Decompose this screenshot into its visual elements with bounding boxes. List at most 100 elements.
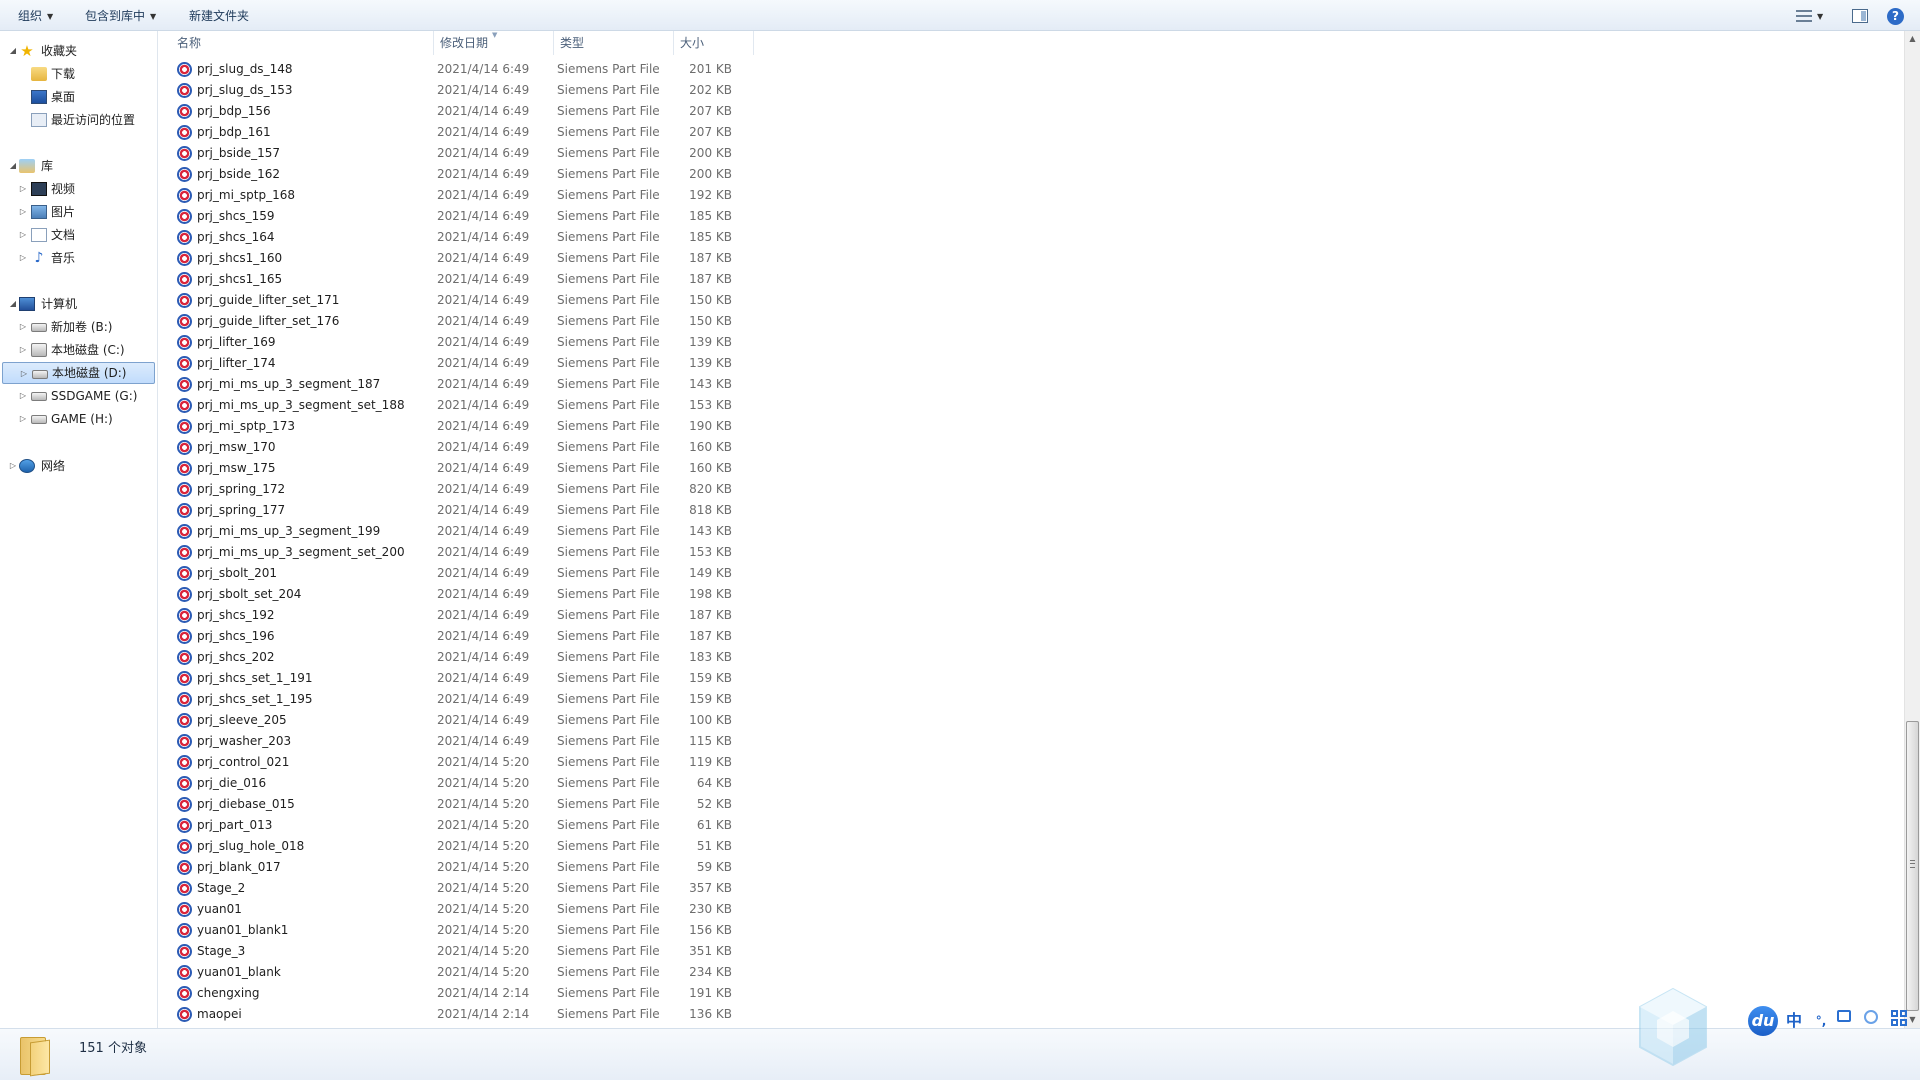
file-row[interactable]: prj_shcs_196 2021/4/14 6:49 Siemens Part F… <box>177 626 917 647</box>
change-view-button[interactable]: ▼ <box>1796 6 1823 26</box>
file-row[interactable]: prj_spring_172 2021/4/14 6:49 Siemens Part… <box>177 479 917 500</box>
column-header-size[interactable]: 大小 <box>674 31 754 55</box>
nav-item-recent-places[interactable]: 最近访问的位置 <box>0 109 157 131</box>
nav-libraries[interactable]: ◢ 库 <box>0 155 157 177</box>
file-row[interactable]: prj_bdp_161 2021/4/14 6:49 Siemens Part Fi… <box>177 122 917 143</box>
file-row[interactable]: prj_spring_177 2021/4/14 6:49 Siemens Part… <box>177 500 917 521</box>
ime-punctuation-toggle[interactable]: °, <box>1810 1010 1832 1032</box>
collapsed-arrow-icon[interactable]: ▷ <box>18 339 28 361</box>
nav-item-desktop[interactable]: 桌面 <box>0 86 157 108</box>
organize-menu-button[interactable]: 组织 ▼ <box>18 7 53 25</box>
file-row[interactable]: prj_shcs1_165 2021/4/14 6:49 Siemens Part … <box>177 269 917 290</box>
expanded-arrow-icon[interactable]: ◢ <box>8 293 18 315</box>
network-icon <box>19 459 35 473</box>
file-row[interactable]: prj_mi_ms_up_3_segment_set_188 2021/4/14 … <box>177 395 917 416</box>
nav-item-drive-b[interactable]: ▷ 新加卷 (B:) <box>0 316 157 338</box>
file-type: Siemens Part File <box>557 230 660 244</box>
collapsed-arrow-icon[interactable]: ▷ <box>18 178 28 200</box>
scroll-up-arrow-icon[interactable]: ▲ <box>1905 31 1920 47</box>
file-row[interactable]: prj_shcs1_160 2021/4/14 6:49 Siemens Part … <box>177 248 917 269</box>
nav-item-music[interactable]: ▷ ♪ 音乐 <box>0 247 157 269</box>
file-row[interactable]: prj_shcs_set_1_191 2021/4/14 6:49 Siemens … <box>177 668 917 689</box>
file-row[interactable]: prj_shcs_192 2021/4/14 6:49 Siemens Part F… <box>177 605 917 626</box>
file-row[interactable]: chengxing 2021/4/14 2:14 Siemens Part File… <box>177 983 917 1004</box>
collapsed-arrow-icon[interactable]: ▷ <box>18 316 28 338</box>
file-row[interactable]: Stage_2 2021/4/14 5:20 Siemens Part File 35… <box>177 878 917 899</box>
collapsed-arrow-icon[interactable]: ▷ <box>18 224 28 246</box>
ime-chinese-mode-toggle[interactable]: 中 <box>1783 1010 1805 1032</box>
nav-item-videos[interactable]: ▷ 视频 <box>0 178 157 200</box>
scrollbar-thumb[interactable] <box>1906 721 1919 1011</box>
file-row[interactable]: prj_lifter_174 2021/4/14 6:49 Siemens Part… <box>177 353 917 374</box>
file-row[interactable]: prj_mi_sptp_173 2021/4/14 6:49 Siemens Par… <box>177 416 917 437</box>
file-size: 198 KB <box>689 587 732 601</box>
file-row[interactable]: yuan01_blank1 2021/4/14 5:20 Siemens Part … <box>177 920 917 941</box>
ime-menu-button[interactable] <box>1891 1010 1913 1032</box>
file-row[interactable]: prj_msw_170 2021/4/14 6:49 Siemens Part Fi… <box>177 437 917 458</box>
file-row[interactable]: prj_mi_ms_up_3_segment_set_200 2021/4/14 … <box>177 542 917 563</box>
nav-item-drive-g[interactable]: ▷ SSDGAME (G:) <box>0 385 157 407</box>
file-row[interactable]: prj_shcs_202 2021/4/14 6:49 Siemens Part F… <box>177 647 917 668</box>
nav-item-pictures[interactable]: ▷ 图片 <box>0 201 157 223</box>
file-row[interactable]: prj_mi_sptp_168 2021/4/14 6:49 Siemens Par… <box>177 185 917 206</box>
music-library-icon: ♪ <box>34 250 44 266</box>
file-row[interactable]: prj_washer_203 2021/4/14 6:49 Siemens Part… <box>177 731 917 752</box>
new-folder-button[interactable]: 新建文件夹 <box>189 7 249 25</box>
file-row[interactable]: prj_bside_157 2021/4/14 6:49 Siemens Part … <box>177 143 917 164</box>
file-row[interactable]: prj_sbolt_201 2021/4/14 6:49 Siemens Part … <box>177 563 917 584</box>
file-row[interactable]: yuan01 2021/4/14 5:20 Siemens Part File 230… <box>177 899 917 920</box>
ime-toolbox-button[interactable] <box>1837 1010 1859 1032</box>
column-header-name[interactable]: 名称 <box>171 31 434 55</box>
file-row[interactable]: Stage_3 2021/4/14 5:20 Siemens Part File 35… <box>177 941 917 962</box>
file-name: maopei <box>197 1007 242 1021</box>
collapsed-arrow-icon[interactable]: ▷ <box>18 201 28 223</box>
nav-network[interactable]: ▷ 网络 <box>0 455 157 477</box>
collapsed-arrow-icon[interactable]: ▷ <box>18 408 28 430</box>
collapsed-arrow-icon[interactable]: ▷ <box>18 385 28 407</box>
file-row[interactable]: maopei 2021/4/14 2:14 Siemens Part File 136… <box>177 1004 917 1025</box>
file-row[interactable]: prj_mi_ms_up_3_segment_199 2021/4/14 6:49… <box>177 521 917 542</box>
vertical-scrollbar[interactable]: ▲ ▼ <box>1904 31 1920 1028</box>
file-row[interactable]: yuan01_blank 2021/4/14 5:20 Siemens Part F… <box>177 962 917 983</box>
file-row[interactable]: prj_msw_175 2021/4/14 6:49 Siemens Part Fi… <box>177 458 917 479</box>
nav-item-documents[interactable]: ▷ 文档 <box>0 224 157 246</box>
file-row[interactable]: prj_sleeve_205 2021/4/14 6:49 Siemens Part… <box>177 710 917 731</box>
collapsed-arrow-icon[interactable]: ▷ <box>19 363 29 385</box>
file-row[interactable]: prj_part_013 2021/4/14 5:20 Siemens Part F… <box>177 815 917 836</box>
file-row[interactable]: prj_guide_lifter_set_171 2021/4/14 6:49 Si… <box>177 290 917 311</box>
file-row[interactable]: prj_lifter_169 2021/4/14 6:49 Siemens Part… <box>177 332 917 353</box>
help-button[interactable]: ? <box>1887 6 1904 26</box>
file-row[interactable]: prj_control_021 2021/4/14 5:20 Siemens Par… <box>177 752 917 773</box>
file-row[interactable]: prj_shcs_set_1_195 2021/4/14 6:49 Siemens … <box>177 689 917 710</box>
preview-pane-button[interactable] <box>1852 6 1868 26</box>
expanded-arrow-icon[interactable]: ◢ <box>8 40 18 62</box>
file-row[interactable]: prj_die_016 2021/4/14 5:20 Siemens Part Fi… <box>177 773 917 794</box>
file-name: prj_sleeve_205 <box>197 713 287 727</box>
nav-item-drive-h[interactable]: ▷ GAME (H:) <box>0 408 157 430</box>
file-row[interactable]: prj_slug_hole_018 2021/4/14 5:20 Siemens P… <box>177 836 917 857</box>
file-row[interactable]: prj_slug_ds_148 2021/4/14 6:49 Siemens Par… <box>177 59 917 80</box>
ime-account-button[interactable] <box>1864 1010 1886 1032</box>
nav-computer[interactable]: ◢ 计算机 <box>0 293 157 315</box>
nav-item-drive-d[interactable]: ▷ 本地磁盘 (D:) <box>2 362 155 384</box>
file-row[interactable]: prj_guide_lifter_set_176 2021/4/14 6:49 Si… <box>177 311 917 332</box>
file-row[interactable]: prj_mi_ms_up_3_segment_187 2021/4/14 6:49… <box>177 374 917 395</box>
file-row[interactable]: prj_sbolt_set_204 2021/4/14 6:49 Siemens P… <box>177 584 917 605</box>
file-row[interactable]: prj_slug_ds_153 2021/4/14 6:49 Siemens Par… <box>177 80 917 101</box>
column-header-type[interactable]: 类型 <box>554 31 674 55</box>
collapsed-arrow-icon[interactable]: ▷ <box>8 455 18 477</box>
collapsed-arrow-icon[interactable]: ▷ <box>18 247 28 269</box>
baidu-ime-logo-icon[interactable]: du <box>1748 1006 1778 1036</box>
expanded-arrow-icon[interactable]: ◢ <box>8 155 18 177</box>
nav-item-drive-c[interactable]: ▷ 本地磁盘 (C:) <box>0 339 157 361</box>
column-header-date[interactable]: ▼ 修改日期 <box>434 31 554 55</box>
file-row[interactable]: prj_blank_017 2021/4/14 5:20 Siemens Part … <box>177 857 917 878</box>
nav-item-downloads[interactable]: 下载 <box>0 63 157 85</box>
include-in-library-button[interactable]: 包含到库中 ▼ <box>85 7 156 25</box>
file-row[interactable]: prj_bside_162 2021/4/14 6:49 Siemens Part … <box>177 164 917 185</box>
file-row[interactable]: prj_bdp_156 2021/4/14 6:49 Siemens Part Fi… <box>177 101 917 122</box>
file-row[interactable]: prj_shcs_164 2021/4/14 6:49 Siemens Part F… <box>177 227 917 248</box>
file-row[interactable]: prj_shcs_159 2021/4/14 6:49 Siemens Part F… <box>177 206 917 227</box>
file-row[interactable]: prj_diebase_015 2021/4/14 5:20 Siemens Par… <box>177 794 917 815</box>
nav-favorites[interactable]: ◢ ★ 收藏夹 <box>0 40 157 62</box>
